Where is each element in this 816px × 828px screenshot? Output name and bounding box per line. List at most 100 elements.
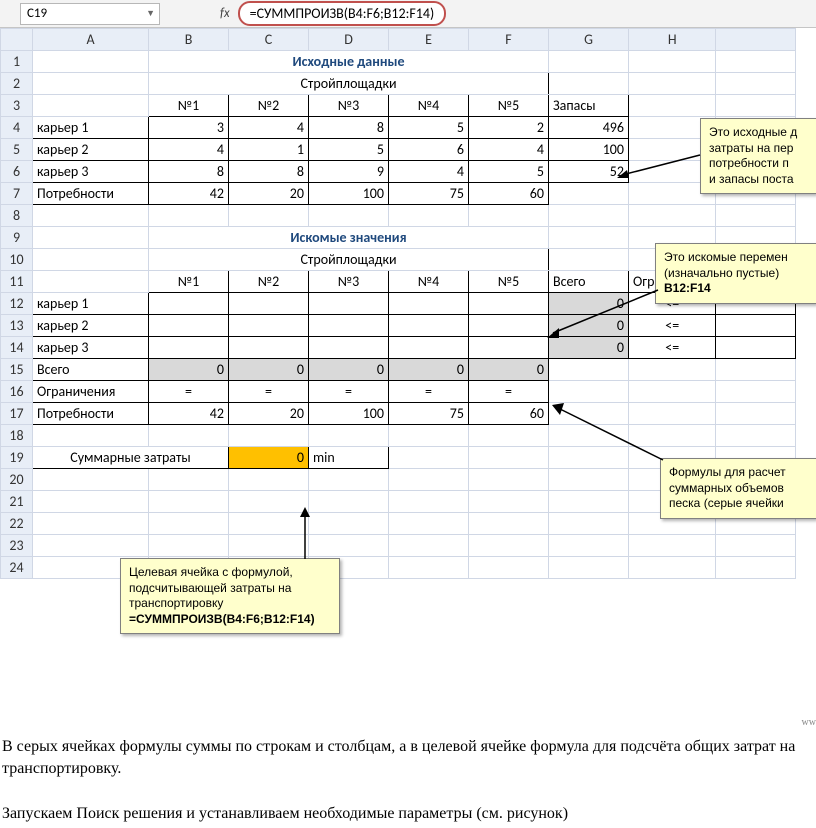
- cell[interactable]: карьер 3: [33, 161, 149, 183]
- cell[interactable]: №5: [469, 271, 549, 293]
- cell[interactable]: [33, 227, 149, 249]
- cell[interactable]: [629, 359, 716, 381]
- row-header[interactable]: 16: [1, 381, 33, 403]
- row-header[interactable]: 4: [1, 117, 33, 139]
- cell[interactable]: [629, 535, 716, 557]
- row-header[interactable]: 18: [1, 425, 33, 447]
- row-header[interactable]: 7: [1, 183, 33, 205]
- cell[interactable]: [716, 359, 796, 381]
- cell[interactable]: 8: [309, 117, 389, 139]
- cell[interactable]: [716, 95, 796, 117]
- cell[interactable]: [389, 491, 469, 513]
- cell[interactable]: [549, 73, 629, 95]
- cell[interactable]: [469, 205, 549, 227]
- cell[interactable]: 4: [389, 161, 469, 183]
- cell[interactable]: [389, 293, 469, 315]
- cell[interactable]: 0: [149, 359, 229, 381]
- col-header-a[interactable]: A: [33, 29, 149, 51]
- cell[interactable]: [629, 557, 716, 579]
- cell[interactable]: Потребности: [33, 403, 149, 425]
- cell[interactable]: [33, 425, 149, 447]
- cell[interactable]: Потребности: [33, 183, 149, 205]
- cell[interactable]: [716, 557, 796, 579]
- cell[interactable]: [149, 469, 229, 491]
- cell[interactable]: 20: [229, 183, 309, 205]
- cell[interactable]: [549, 205, 629, 227]
- cell[interactable]: [549, 227, 629, 249]
- cell[interactable]: [149, 337, 229, 359]
- dropdown-icon[interactable]: ▼: [146, 8, 155, 19]
- col-header-d[interactable]: D: [309, 29, 389, 51]
- cell[interactable]: [469, 315, 549, 337]
- cell[interactable]: [309, 205, 389, 227]
- cell[interactable]: [469, 513, 549, 535]
- cell[interactable]: 4: [469, 139, 549, 161]
- cell[interactable]: [309, 469, 389, 491]
- cell[interactable]: [629, 95, 716, 117]
- cell[interactable]: [549, 425, 629, 447]
- cell[interactable]: Запасы: [549, 95, 629, 117]
- cell[interactable]: =: [389, 381, 469, 403]
- cell[interactable]: [389, 513, 469, 535]
- cell[interactable]: 100: [549, 139, 629, 161]
- cell[interactable]: №1: [149, 95, 229, 117]
- col-header-e[interactable]: E: [389, 29, 469, 51]
- cell[interactable]: [549, 249, 629, 271]
- cell[interactable]: [716, 51, 796, 73]
- cell[interactable]: [716, 403, 796, 425]
- cell[interactable]: [716, 381, 796, 403]
- cell[interactable]: №3: [309, 95, 389, 117]
- cell-summary-label[interactable]: Суммарные затраты: [33, 447, 229, 469]
- cell[interactable]: [549, 447, 629, 469]
- cell[interactable]: [469, 491, 549, 513]
- cell[interactable]: [229, 293, 309, 315]
- cell[interactable]: 8: [229, 161, 309, 183]
- cell[interactable]: [549, 469, 629, 491]
- cell[interactable]: [149, 513, 229, 535]
- cell[interactable]: [149, 491, 229, 513]
- heading-source[interactable]: Исходные данные: [149, 51, 549, 73]
- cell[interactable]: [549, 491, 629, 513]
- cell[interactable]: 100: [309, 403, 389, 425]
- cell[interactable]: 5: [309, 139, 389, 161]
- row-header[interactable]: 12: [1, 293, 33, 315]
- select-all-corner[interactable]: [1, 29, 33, 51]
- cell[interactable]: 5: [469, 161, 549, 183]
- cell[interactable]: [469, 293, 549, 315]
- cell[interactable]: №2: [229, 95, 309, 117]
- cell[interactable]: [149, 205, 229, 227]
- cell[interactable]: Ограничения: [33, 381, 149, 403]
- cell[interactable]: [716, 315, 796, 337]
- cell[interactable]: [469, 469, 549, 491]
- cell[interactable]: [309, 293, 389, 315]
- row-header[interactable]: 20: [1, 469, 33, 491]
- cell[interactable]: [229, 469, 309, 491]
- cell[interactable]: [229, 315, 309, 337]
- cell[interactable]: [309, 491, 389, 513]
- row-header[interactable]: 10: [1, 249, 33, 271]
- cell[interactable]: 0: [229, 359, 309, 381]
- cell[interactable]: [549, 513, 629, 535]
- cell[interactable]: [469, 337, 549, 359]
- cell[interactable]: min: [309, 447, 389, 469]
- cell[interactable]: [309, 535, 389, 557]
- subheading-sites[interactable]: Стройплощадки: [149, 249, 549, 271]
- fx-icon[interactable]: fx: [220, 6, 230, 21]
- row-header[interactable]: 6: [1, 161, 33, 183]
- cell[interactable]: №2: [229, 271, 309, 293]
- cell[interactable]: карьер 1: [33, 293, 149, 315]
- cell[interactable]: [549, 403, 629, 425]
- cell[interactable]: карьер 2: [33, 315, 149, 337]
- col-header-i[interactable]: [716, 29, 796, 51]
- col-header-b[interactable]: B: [149, 29, 229, 51]
- cell[interactable]: [389, 425, 469, 447]
- cell[interactable]: [309, 337, 389, 359]
- row-header[interactable]: 19: [1, 447, 33, 469]
- cell[interactable]: [33, 95, 149, 117]
- row-header[interactable]: 24: [1, 557, 33, 579]
- cell[interactable]: [389, 535, 469, 557]
- cell[interactable]: [629, 403, 716, 425]
- cell[interactable]: [309, 425, 389, 447]
- cell[interactable]: [229, 491, 309, 513]
- cell[interactable]: №4: [389, 95, 469, 117]
